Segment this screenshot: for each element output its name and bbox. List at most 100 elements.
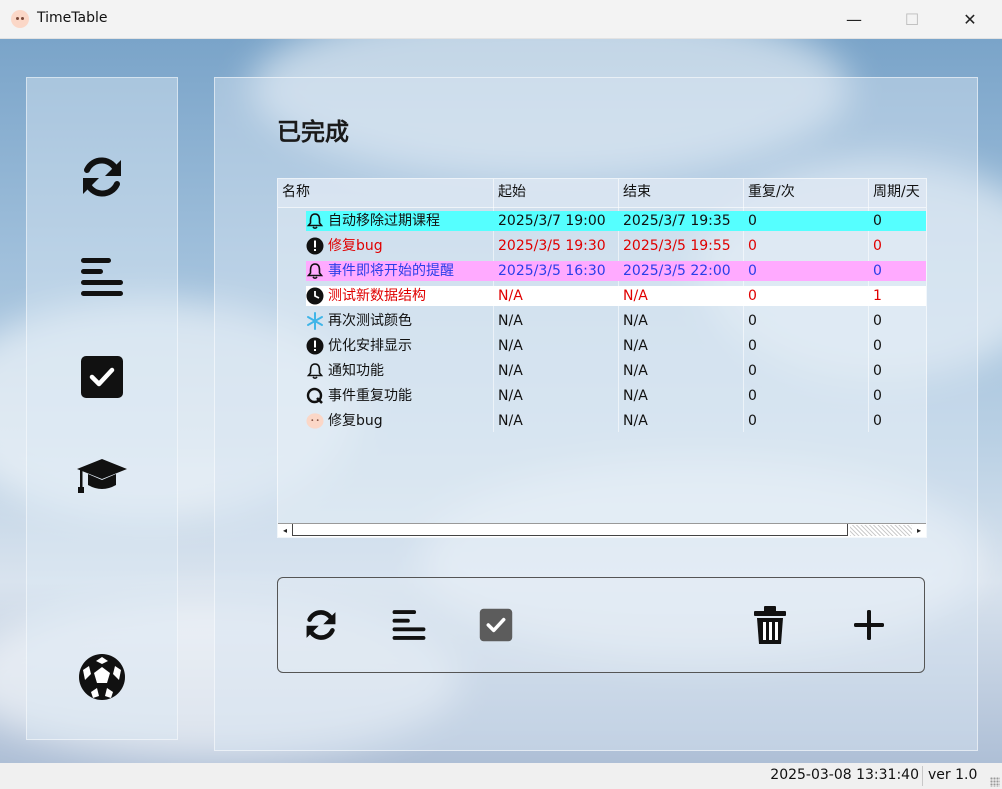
cell-start: N/A — [498, 338, 523, 354]
window-title: TimeTable — [37, 10, 108, 26]
bell-icon — [306, 262, 324, 280]
table-header: 名称 起始 结束 重复/次 周期/天 — [278, 179, 926, 208]
app-version: ver 1.0 — [928, 767, 978, 783]
cell-end: 2025/3/5 22:00 — [623, 263, 731, 279]
scroll-right-arrow[interactable]: ▸ — [912, 524, 926, 537]
cell-period: 0 — [873, 263, 882, 279]
column-header-period[interactable]: 周期/天 — [869, 179, 926, 207]
cell-period: 1 — [873, 288, 882, 304]
bell-icon — [306, 212, 324, 230]
cell-name: 修复bug — [328, 413, 383, 429]
sidebar-refresh-button[interactable] — [75, 150, 129, 204]
q-icon — [306, 387, 324, 405]
cell-name: 自动移除过期课程 — [328, 213, 440, 229]
cell-repeat: 0 — [748, 338, 757, 354]
cell-start: 2025/3/5 16:30 — [498, 263, 606, 279]
cell-start: N/A — [498, 388, 523, 404]
cell-repeat: 0 — [748, 313, 757, 329]
column-header-end[interactable]: 结束 — [619, 179, 744, 207]
table-row[interactable]: 优化安排显示 N/A N/A 0 0 — [278, 335, 926, 357]
alert-icon — [306, 237, 324, 255]
cell-repeat: 0 — [748, 238, 757, 254]
cell-name: 优化安排显示 — [328, 338, 412, 354]
toolbar-completed-button[interactable] — [471, 600, 521, 650]
cell-name: 通知功能 — [328, 363, 384, 379]
cell-end: N/A — [623, 338, 648, 354]
column-header-start[interactable]: 起始 — [494, 179, 619, 207]
toolbar-list-button[interactable] — [384, 600, 434, 650]
toolbar-delete-button[interactable] — [745, 600, 795, 650]
cell-end: N/A — [623, 413, 648, 429]
table-row[interactable]: 事件即将开始的提醒 2025/3/5 16:30 2025/3/5 22:00 0 0 — [278, 260, 926, 282]
column-header-repeat[interactable]: 重复/次 — [744, 179, 869, 207]
cell-end: N/A — [623, 388, 648, 404]
column-header-name[interactable]: 名称 — [278, 179, 494, 207]
sidebar-settings-button[interactable] — [75, 650, 129, 704]
scrollbar-track[interactable] — [850, 525, 912, 536]
trash-icon — [754, 606, 786, 644]
close-button[interactable]: ✕ — [942, 0, 998, 38]
current-datetime: 2025-03-08 13:31:40 — [770, 767, 919, 783]
status-bar: 2025-03-08 13:31:40 ver 1.0 — [0, 763, 1002, 789]
refresh-icon — [306, 610, 336, 640]
plus-icon — [854, 610, 884, 640]
cell-start: 2025/3/7 19:00 — [498, 213, 606, 229]
scroll-left-arrow[interactable]: ◂ — [278, 524, 292, 537]
sidebar — [26, 77, 178, 740]
cell-repeat: 0 — [748, 288, 757, 304]
table-row[interactable]: 修复bug N/A N/A 0 0 — [278, 410, 926, 432]
cell-name: 事件重复功能 — [328, 388, 412, 404]
maximize-button[interactable]: ☐ — [884, 0, 940, 38]
table-row[interactable]: 自动移除过期课程 2025/3/7 19:00 2025/3/7 19:35 0 0 — [278, 210, 926, 232]
cell-repeat: 0 — [748, 263, 757, 279]
sidebar-list-button[interactable] — [75, 250, 129, 304]
checkbox-icon — [479, 608, 513, 642]
cell-name: 修复bug — [328, 238, 383, 254]
sidebar-completed-button[interactable] — [75, 350, 129, 404]
table-row[interactable]: 事件重复功能 N/A N/A 0 0 — [278, 385, 926, 407]
cell-start: N/A — [498, 363, 523, 379]
status-separator — [922, 766, 923, 786]
cell-end: N/A — [623, 363, 648, 379]
cell-period: 0 — [873, 363, 882, 379]
cell-start: N/A — [498, 413, 523, 429]
cell-repeat: 0 — [748, 413, 757, 429]
cell-end: 2025/3/5 19:55 — [623, 238, 731, 254]
table-row[interactable]: 测试新数据结构 N/A N/A 0 1 — [278, 285, 926, 307]
cell-period: 0 — [873, 238, 882, 254]
refresh-icon — [83, 157, 121, 197]
cell-start: N/A — [498, 288, 523, 304]
table-row[interactable]: 通知功能 N/A N/A 0 0 — [278, 360, 926, 382]
sidebar-courses-button[interactable] — [75, 450, 129, 504]
table-row[interactable]: 再次测试颜色 N/A N/A 0 0 — [278, 310, 926, 332]
action-toolbar — [277, 577, 925, 673]
cell-repeat: 0 — [748, 388, 757, 404]
cell-end: 2025/3/7 19:35 — [623, 213, 731, 229]
checkbox-icon — [81, 356, 123, 398]
bell-icon — [306, 362, 324, 380]
graduation-cap-icon — [77, 459, 127, 493]
table-row[interactable]: 修复bug 2025/3/5 19:30 2025/3/5 19:55 0 0 — [278, 235, 926, 257]
alert-icon — [306, 337, 324, 355]
scrollbar-thumb[interactable] — [292, 524, 848, 536]
resize-grip[interactable] — [990, 777, 1000, 787]
toolbar-add-button[interactable] — [844, 600, 894, 650]
snowflake-icon — [306, 312, 324, 330]
title-bar: TimeTable — ☐ ✕ — [0, 0, 1002, 39]
list-icon — [392, 610, 426, 640]
cell-name: 事件即将开始的提醒 — [328, 263, 454, 279]
clock-icon — [306, 287, 324, 305]
cell-start: N/A — [498, 313, 523, 329]
cell-period: 0 — [873, 388, 882, 404]
app-pig-icon — [11, 10, 29, 28]
cell-name: 测试新数据结构 — [328, 288, 426, 304]
cell-end: N/A — [623, 313, 648, 329]
cell-period: 0 — [873, 213, 882, 229]
horizontal-scrollbar[interactable]: ◂ ▸ — [278, 523, 926, 537]
page-title: 已完成 — [277, 118, 349, 146]
cell-period: 0 — [873, 313, 882, 329]
minimize-button[interactable]: — — [826, 0, 882, 38]
soccer-ball-icon — [79, 654, 125, 700]
toolbar-refresh-button[interactable] — [296, 600, 346, 650]
cell-start: 2025/3/5 19:30 — [498, 238, 606, 254]
